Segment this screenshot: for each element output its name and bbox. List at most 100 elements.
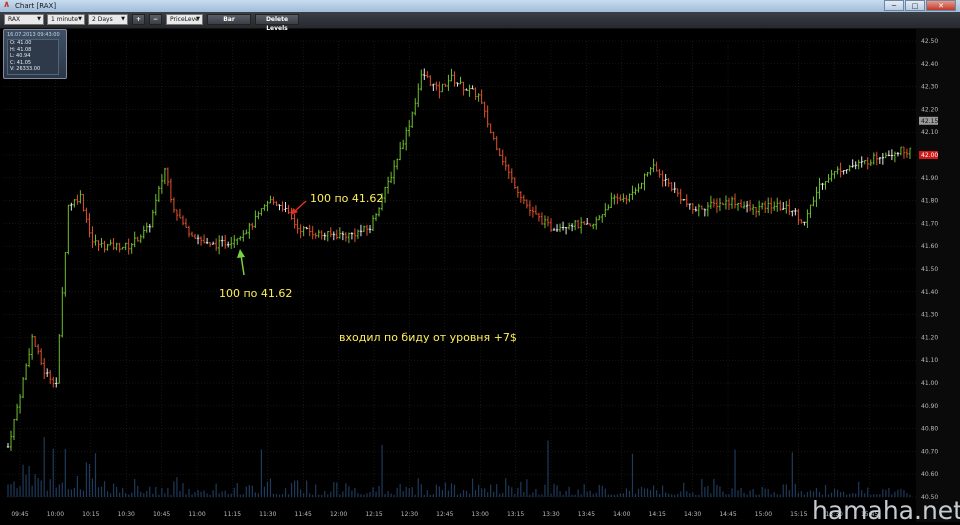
volume-bar (674, 494, 676, 497)
volume-bar (767, 489, 769, 497)
volume-bar (858, 481, 860, 497)
volume-bar (128, 494, 130, 497)
maximize-button[interactable]: □ (905, 0, 925, 11)
close-button[interactable]: ✕ (926, 0, 956, 11)
minimize-button[interactable]: ─ (884, 0, 904, 11)
volume-bar (43, 437, 45, 497)
price-axis: 42.50 42.40 42.30 42.20 42.10 42.00 41.90 41.80… (916, 29, 960, 522)
price-tick-label: 41.40 (921, 289, 938, 296)
volume-bar (275, 493, 278, 497)
mode-select[interactable]: PriceLeve ▼ (166, 14, 203, 25)
time-tick-label: 10:30 (118, 511, 135, 518)
range-select[interactable]: 2 Days ▼ (88, 14, 128, 25)
volume-bar (438, 486, 440, 497)
volume-bar (179, 490, 181, 497)
volume-bar (532, 492, 534, 497)
volume-bar (119, 492, 121, 497)
volume-bar (580, 494, 582, 497)
volume-bar (734, 449, 736, 497)
volume-bar (752, 488, 754, 497)
price-tick-label: 41.80 (921, 198, 938, 205)
trade-annotations: 100 по 41.62 100 по 41.62 входил по биду… (219, 192, 517, 344)
volume-bar (686, 491, 688, 497)
volume-bar (785, 484, 787, 497)
volume-bar (103, 481, 106, 497)
volume-bar (212, 490, 214, 497)
volume-bar (167, 488, 169, 497)
price-chart[interactable]: 42.50 42.40 42.30 42.20 42.10 42.00 41.90 41.80… (0, 29, 960, 522)
symbol-select[interactable]: RAX ▼ (4, 14, 44, 25)
volume-bar (773, 492, 775, 497)
chevron-down-icon: ▼ (121, 16, 125, 22)
volume-bar (221, 491, 223, 497)
volume-bar (493, 491, 495, 497)
volume-bar (390, 493, 392, 497)
volume-bar (34, 474, 36, 497)
price-tick-label: 42.10 (921, 129, 938, 136)
volume-bar (659, 494, 661, 497)
volume-bar (803, 494, 805, 497)
volume-bar (55, 487, 57, 497)
price-tick-label: 40.90 (921, 403, 938, 410)
volume-bar (797, 492, 799, 497)
volume-bar (248, 485, 250, 497)
volume-bar (13, 481, 15, 497)
volume-bar (541, 494, 543, 497)
volume-bar (523, 492, 525, 497)
volume-bar (568, 486, 570, 497)
bar-chart-type-button[interactable]: Bar (207, 14, 251, 25)
volume-bar (351, 490, 353, 497)
volume-bar (67, 489, 69, 497)
volume-bar (263, 486, 266, 497)
buy-annotation-label: 100 по 41.62 (219, 287, 292, 300)
buy-arrow-icon (240, 254, 245, 276)
volume-bar (297, 480, 299, 497)
volume-bar (671, 494, 673, 497)
zoom-out-button[interactable]: − (149, 14, 162, 25)
chevron-down-icon: ▼ (78, 16, 82, 22)
volume-bar (737, 490, 739, 497)
volume-bar (106, 491, 109, 497)
zoom-in-button[interactable]: + (132, 14, 145, 25)
time-tick-label: 13:00 (472, 511, 489, 518)
volume-bar (637, 488, 640, 497)
volume-bar (251, 485, 253, 497)
volume-bar (260, 449, 262, 497)
volume-bar (209, 494, 211, 497)
volume-bar (478, 484, 480, 497)
volume-bar (728, 494, 730, 497)
volume-bar (755, 494, 757, 497)
volume-bar (152, 493, 154, 497)
price-tick-label: 42.40 (921, 61, 938, 68)
volume-bar (215, 483, 217, 497)
time-tick-label: 14:15 (649, 511, 666, 518)
volume-bar (339, 494, 341, 497)
mode-select-value: PriceLeve (170, 16, 199, 23)
volume-bar (348, 486, 350, 497)
volume-bar (631, 453, 634, 497)
volume-bar (309, 493, 311, 497)
interval-select[interactable]: 1 minute ▼ (47, 14, 85, 25)
time-tick-label: 14:00 (613, 511, 630, 518)
volume-bar (701, 479, 703, 497)
volume-bar (426, 490, 428, 497)
symbol-select-value: RAX (8, 16, 21, 23)
delete-levels-button[interactable]: Delete Levels (255, 14, 299, 32)
volume-bar (290, 483, 293, 497)
volume-bar (49, 479, 51, 497)
volume-bar (520, 481, 522, 497)
volume-bar (619, 493, 621, 497)
ohlc-info-box[interactable]: 16.07.2013 09:43:00 O: 41.00 H: 41.08 L:… (3, 29, 67, 79)
price-tick-label: 42.50 (921, 38, 938, 45)
volume-bar (592, 493, 594, 497)
chevron-down-icon: ▼ (196, 16, 200, 22)
info-volume: V: 26333.00 (10, 66, 41, 72)
volume-bar (236, 482, 238, 497)
volume-bar (321, 494, 323, 497)
volume-bar (731, 488, 733, 497)
volume-bar (91, 478, 94, 497)
volume-bar (94, 453, 97, 497)
volume-bar (625, 488, 628, 497)
volume-bar (577, 489, 579, 497)
volume-bar (176, 477, 178, 497)
